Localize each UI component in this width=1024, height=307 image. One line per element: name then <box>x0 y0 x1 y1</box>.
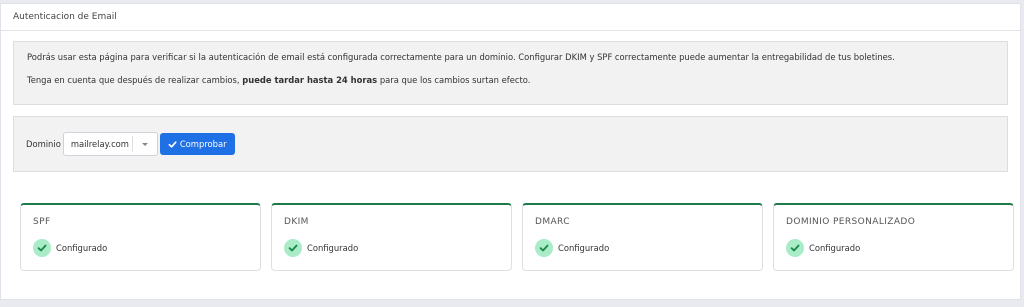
card-title: DOMINIO PERSONALIZADO <box>786 217 916 227</box>
card-custom-domain: DOMINIO PERSONALIZADO Configurado <box>773 203 1014 271</box>
domain-select[interactable]: mailrelay.com <box>62 132 158 156</box>
card-status: Configurado <box>535 239 750 257</box>
check-circle-icon <box>33 239 51 257</box>
status-label: Configurado <box>307 243 359 253</box>
info-box: Podrás usar esta página para verificar s… <box>13 41 1008 105</box>
card-title: SPF <box>33 217 51 227</box>
panel-title: Autenticacion de Email <box>13 12 117 22</box>
card-status: Configurado <box>284 239 499 257</box>
card-dkim: DKIM Configurado <box>271 203 512 271</box>
card-dmarc: DMARC Configurado <box>522 203 763 271</box>
info-note: Tenga en cuenta que después de realizar … <box>27 75 994 86</box>
info-text: Podrás usar esta página para verificar s… <box>27 52 895 62</box>
domain-label: Dominio <box>26 139 61 149</box>
check-circle-icon <box>535 239 553 257</box>
info-note-bold: puede tardar hasta 24 horas <box>242 74 378 85</box>
check-circle-icon <box>284 239 302 257</box>
status-label: Configurado <box>56 243 108 253</box>
info-note-suffix: para que los cambios surtan efecto. <box>377 74 531 85</box>
info-note-prefix: Tenga en cuenta que después de realizar … <box>27 74 243 85</box>
card-status: Configurado <box>786 239 1001 257</box>
domain-form: Dominio mailrelay.com Comprobar <box>13 116 1008 172</box>
status-label: Configurado <box>809 243 861 253</box>
card-title: DKIM <box>284 217 309 227</box>
check-circle-icon <box>786 239 804 257</box>
check-icon <box>168 140 177 148</box>
status-label: Configurado <box>558 243 610 253</box>
chevron-down-icon <box>141 143 148 146</box>
card-title: DMARC <box>535 217 570 227</box>
select-divider <box>131 136 133 152</box>
domain-select-value: mailrelay.com <box>70 139 129 149</box>
check-button-label: Comprobar <box>179 139 227 149</box>
panel-header: Autenticacion de Email <box>1 4 1020 31</box>
check-button[interactable]: Comprobar <box>159 133 235 155</box>
card-status: Configurado <box>33 239 248 257</box>
email-auth-panel: Autenticacion de Email Podrás usar esta … <box>0 3 1021 300</box>
card-spf: SPF Configurado <box>20 203 261 271</box>
auth-cards: SPF Configurado DKIM Configurado DMARC C… <box>20 203 1014 271</box>
